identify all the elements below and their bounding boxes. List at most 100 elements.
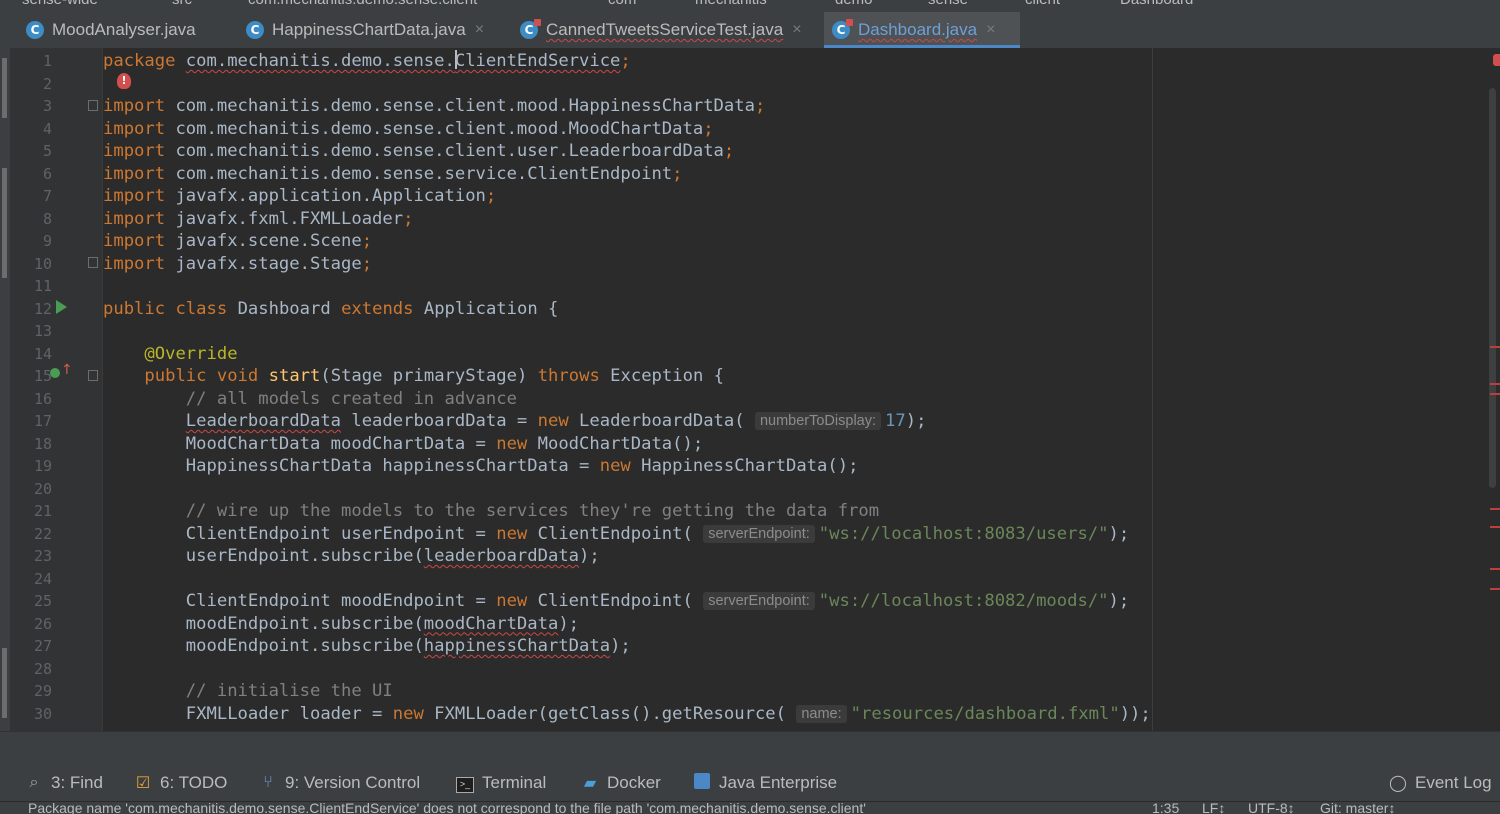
code-line: import javafx.application.Application; <box>103 186 497 206</box>
line-separator-selector[interactable]: LF↕ <box>1202 802 1225 814</box>
breadcrumb-item-demo[interactable]: demo <box>835 0 873 11</box>
code-line: import com.mechanitis.demo.sense.service… <box>103 163 683 184</box>
code-line: import javafx.fxml.FXMLLoader; <box>103 208 414 229</box>
tab-happiness-chart-data[interactable]: C HappinessChartData.java × <box>238 12 510 48</box>
line-number: 24 <box>33 569 52 588</box>
override-icon[interactable] <box>50 368 60 378</box>
tab-label: MoodAnalyser.java <box>52 20 196 39</box>
left-tool-strip <box>0 48 10 731</box>
code-line: moodEndpoint.subscribe(happinessChartDat… <box>185 636 631 656</box>
code-line: // all models created in advance <box>185 388 517 409</box>
status-message: Package name 'com.mechanitis.demo.sense.… <box>28 801 866 814</box>
event-log-icon: ◯ <box>1389 775 1407 792</box>
event-log-tool-button[interactable]: ◯ Event Log <box>1388 770 1492 796</box>
status-bar: Package name 'com.mechanitis.demo.sense.… <box>0 801 1500 814</box>
code-line: MoodChartData moodChartData = new MoodCh… <box>185 433 704 454</box>
fold-icon[interactable] <box>88 257 98 268</box>
breadcrumb-item-client[interactable]: client <box>1025 0 1060 11</box>
code-editor[interactable]: package com.mechanitis.demo.sense.Client… <box>103 48 1485 731</box>
line-number: 26 <box>33 614 52 633</box>
runnable-class-icon: C <box>832 19 853 39</box>
tab-mood-analyser[interactable]: C MoodAnalyser.java <box>18 12 236 48</box>
breadcrumb-item-package[interactable]: com.mechanitis.demo.sense.client <box>248 0 477 11</box>
code-line: // wire up the models to the services th… <box>185 501 880 521</box>
close-icon[interactable]: × <box>986 21 995 39</box>
line-number: 6 <box>42 164 52 183</box>
line-number: 10 <box>33 254 52 273</box>
error-stripe-mark[interactable] <box>1490 588 1500 590</box>
error-indicator-icon[interactable] <box>1493 54 1500 66</box>
fold-icon[interactable] <box>88 370 98 381</box>
line-number: 11 <box>33 277 52 295</box>
line-number: 19 <box>33 457 52 475</box>
fold-icon[interactable] <box>88 100 98 111</box>
tab-label: CannedTweetsServiceTest.java <box>546 20 784 39</box>
close-icon[interactable]: × <box>475 21 484 39</box>
code-line: package com.mechanitis.demo.sense.Client… <box>103 50 631 71</box>
tool-label: 9: Version Control <box>285 773 421 792</box>
line-number: 27 <box>33 637 52 655</box>
breadcrumb-item-com[interactable]: com <box>608 0 636 11</box>
error-stripe-mark[interactable] <box>1490 568 1500 570</box>
tool-label: 6: TODO <box>160 773 228 792</box>
tab-canned-tweets-service-test[interactable]: C CannedTweetsServiceTest.java × <box>512 12 822 48</box>
breadcrumb-item-sense[interactable]: sense <box>928 0 968 11</box>
terminal-icon: >_ <box>455 774 475 793</box>
error-stripe-mark[interactable] <box>1490 393 1500 395</box>
test-class-icon: C <box>520 19 541 39</box>
class-icon: C <box>246 21 264 39</box>
breadcrumb-item-src[interactable]: src <box>172 0 192 11</box>
java-enterprise-icon <box>692 772 712 794</box>
parameter-hint: serverEndpoint: <box>703 592 815 610</box>
breadcrumb-item-dashboard[interactable]: Dashboard <box>1120 0 1193 11</box>
line-number: 8 <box>42 209 52 228</box>
line-number: 15 <box>33 367 52 385</box>
line-number: 9 <box>42 232 52 250</box>
code-line: import javafx.stage.Stage; <box>103 253 373 274</box>
line-number: 25 <box>33 592 52 610</box>
line-number: 3 <box>42 97 52 115</box>
find-tool-button[interactable]: ⌕ 3: Find <box>24 770 103 796</box>
line-number: 21 <box>33 502 52 520</box>
code-line: public void start(Stage primaryStage) th… <box>144 366 724 386</box>
tab-dashboard[interactable]: C Dashboard.java × <box>824 12 1020 48</box>
error-stripe-mark[interactable] <box>1490 508 1500 510</box>
vcs-branch-selector[interactable]: Git: master↕ <box>1320 802 1395 814</box>
line-number: 17 <box>33 412 52 430</box>
error-bulb-icon[interactable]: ! <box>117 73 131 89</box>
terminal-tool-button[interactable]: >_ Terminal <box>455 770 546 796</box>
error-stripe-mark[interactable] <box>1490 346 1500 348</box>
favorites-tool-button[interactable] <box>2 648 7 718</box>
tab-label: HappinessChartData.java <box>272 20 466 39</box>
docker-tool-button[interactable]: ▰ Docker <box>580 770 661 796</box>
code-line: ClientEndpoint moodEndpoint = new Client… <box>185 591 1130 611</box>
editor-scrollbar[interactable] <box>1485 48 1500 731</box>
parameter-hint: name: <box>796 704 847 723</box>
version-control-tool-button[interactable]: ⑂ 9: Version Control <box>258 770 420 796</box>
tool-label: Terminal <box>482 773 547 792</box>
search-icon: ⌕ <box>29 774 39 791</box>
todo-tool-button[interactable]: ☑ 6: TODO <box>133 770 228 796</box>
arrow-up-icon: ↑ <box>61 362 73 378</box>
code-line: import javafx.scene.Scene; <box>103 231 373 251</box>
structure-tool-button[interactable] <box>2 168 7 278</box>
error-stripe-mark[interactable] <box>1490 383 1500 385</box>
line-number: 13 <box>33 322 52 340</box>
run-icon[interactable] <box>56 300 67 314</box>
breadcrumb-item-module[interactable]: sense-wide <box>22 0 98 11</box>
line-number: 2 <box>42 74 52 93</box>
java-enterprise-tool-button[interactable]: Java Enterprise <box>692 770 837 796</box>
tab-label: Dashboard.java <box>858 20 978 39</box>
scrollbar-thumb[interactable] <box>1489 88 1496 488</box>
project-tool-button[interactable] <box>2 58 7 118</box>
tool-label: Event Log <box>1415 773 1492 792</box>
editor-tab-bar: C MoodAnalyser.java C HappinessChartData… <box>0 12 1500 49</box>
line-number: 29 <box>33 682 52 700</box>
line-number: 23 <box>33 547 52 565</box>
right-margin-guide <box>1152 48 1153 731</box>
close-icon[interactable]: × <box>792 21 801 39</box>
error-stripe-mark[interactable] <box>1490 526 1500 528</box>
breadcrumb-item-mechanitis[interactable]: mechanitis <box>695 0 767 11</box>
caret-position[interactable]: 1:35 <box>1152 802 1179 814</box>
encoding-selector[interactable]: UTF-8↕ <box>1248 802 1295 814</box>
